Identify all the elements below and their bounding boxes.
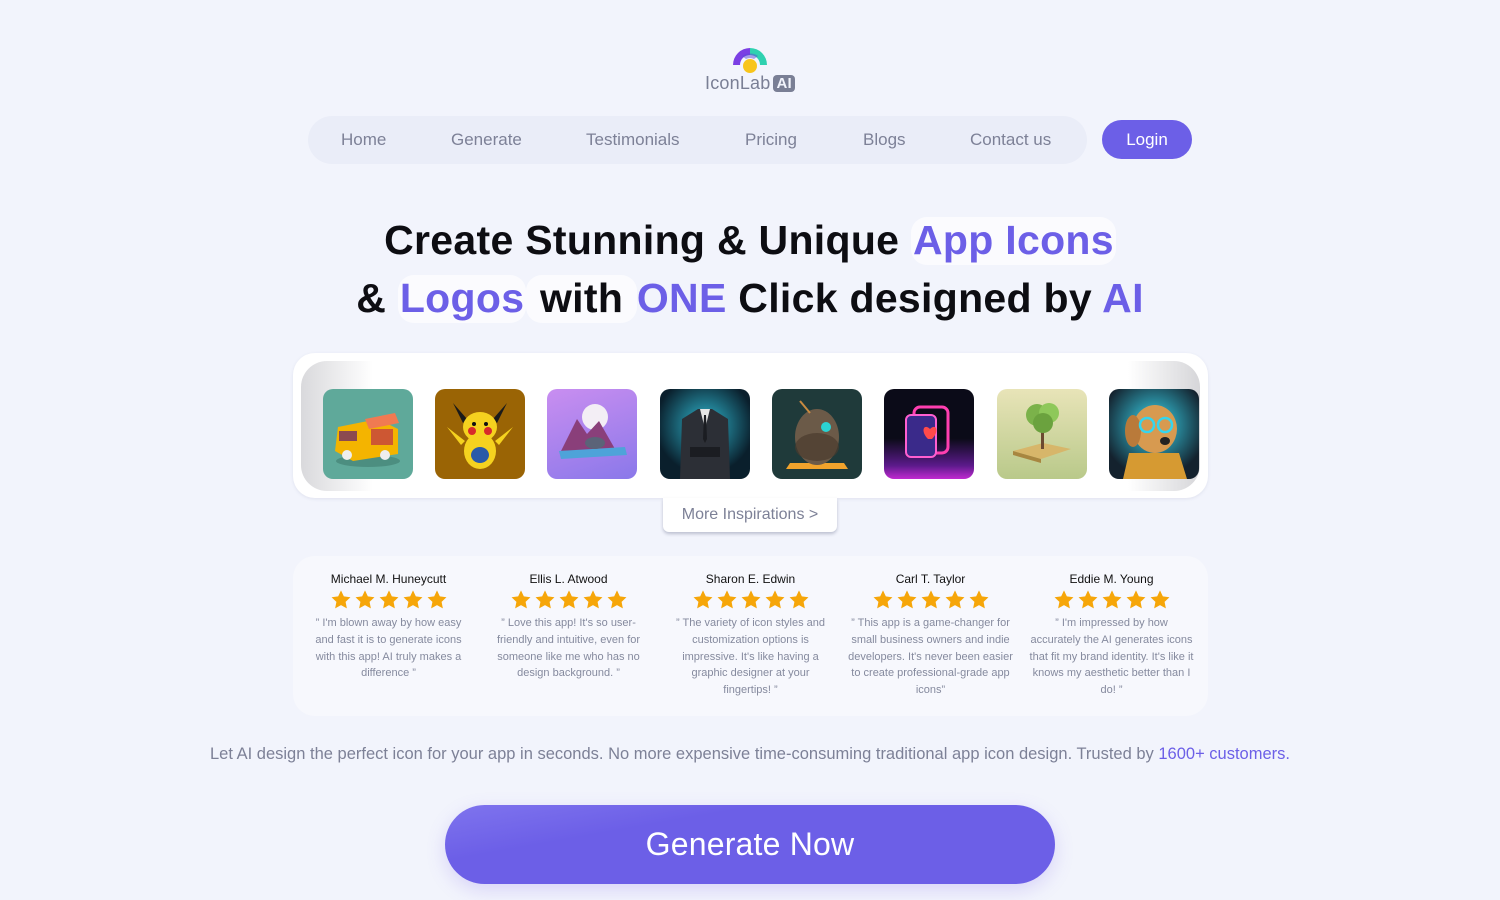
testimonials-section: Michael M. Huneycutt ” I'm blown away by… [293, 556, 1208, 716]
star-icon [511, 590, 530, 609]
review-text: ” I'm impressed by how accurately the AI… [1029, 617, 1194, 697]
headline-text: Click designed by [726, 275, 1103, 321]
logo-name: IconLab [705, 73, 771, 93]
headline-highlight-app-icons: App Icons [910, 217, 1116, 265]
star-rating [1029, 589, 1194, 611]
testimonial-card: Carl T. Taylor ” This app is a game-chan… [848, 572, 1013, 699]
star-icon [535, 590, 554, 609]
pikachu-icon[interactable] [435, 389, 525, 479]
star-icon [607, 590, 626, 609]
dog-glasses-icon[interactable] [1109, 389, 1199, 479]
star-icon [741, 590, 760, 609]
more-inspirations-button[interactable]: More Inspirations > [663, 498, 837, 532]
star-icon [427, 590, 446, 609]
star-icon [355, 590, 374, 609]
headline-highlight-logos: Logos [397, 275, 527, 323]
star-icon [1054, 590, 1073, 609]
review-text: ” I'm blown away by how easy and fast it… [315, 617, 462, 680]
generate-now-button[interactable]: Generate Now [445, 805, 1055, 884]
customer-count: 1600+ customers. [1158, 745, 1290, 763]
headline-text: Create Stunning & Unique [384, 217, 911, 263]
main-nav: Home Generate Testimonials Pricing Blogs… [308, 116, 1087, 164]
review-text: ” The variety of icon styles and customi… [676, 617, 825, 697]
star-icon [921, 590, 940, 609]
star-icon [789, 590, 808, 609]
brand-logo[interactable]: IconLab AI [700, 46, 800, 96]
star-icon [403, 590, 422, 609]
nav-item-contact[interactable]: Contact us [970, 130, 1051, 150]
testimonial-card: Sharon E. Edwin ” The variety of icon st… [668, 572, 833, 699]
logo-wordmark: IconLab AI [705, 73, 795, 94]
login-button[interactable]: Login [1102, 120, 1192, 159]
nav-item-testimonials[interactable]: Testimonials [586, 130, 680, 150]
testimonial-card: Eddie M. Young ” I'm impressed by how ac… [1029, 572, 1194, 699]
icon-gallery [293, 353, 1208, 498]
nav-item-generate[interactable]: Generate [451, 130, 522, 150]
reviewer-name: Sharon E. Edwin [705, 572, 796, 586]
headline-highlight-ai: AI [1102, 275, 1144, 321]
star-icon [1126, 590, 1145, 609]
tagline: Let AI design the perfect icon for your … [0, 742, 1500, 766]
star-rating [848, 589, 1013, 611]
logo-ai-badge: AI [773, 75, 795, 92]
star-icon [693, 590, 712, 609]
hero-headline-line2: & Logos with ONE Click designed by AI [0, 275, 1500, 323]
star-rating [668, 589, 833, 611]
star-icon [969, 590, 988, 609]
testimonial-card: Ellis L. Atwood ” Love this app! It's so… [486, 572, 651, 682]
reviewer-name: Ellis L. Atwood [529, 572, 608, 586]
star-icon [1078, 590, 1097, 609]
gallery-carousel[interactable] [301, 361, 1200, 491]
nav-item-pricing[interactable]: Pricing [745, 130, 797, 150]
suit-icon[interactable] [660, 389, 750, 479]
star-icon [765, 590, 784, 609]
star-icon [873, 590, 892, 609]
star-rating [306, 589, 471, 611]
star-icon [331, 590, 350, 609]
reviewer-name: Michael M. Huneycutt [330, 572, 447, 586]
star-icon [379, 590, 398, 609]
review-text: ” This app is a game-changer for small b… [848, 617, 1013, 697]
headline-highlight-one: ONE [636, 275, 727, 321]
testimonial-card: Michael M. Huneycutt ” I'm blown away by… [306, 572, 471, 682]
nav-item-blogs[interactable]: Blogs [863, 130, 906, 150]
reviewer-name: Eddie M. Young [1069, 572, 1154, 586]
neon-cards-icon[interactable] [884, 389, 974, 479]
nav-item-home[interactable]: Home [341, 130, 386, 150]
star-rating [486, 589, 651, 611]
star-icon [559, 590, 578, 609]
food-truck-icon[interactable] [323, 389, 413, 479]
tagline-text: Let AI design the perfect icon for your … [210, 745, 1159, 763]
hero-headline-line1: Create Stunning & Unique App Icons [0, 217, 1500, 265]
star-icon [945, 590, 964, 609]
headline-text: & [356, 275, 398, 321]
elephant-landscape-icon[interactable] [547, 389, 637, 479]
star-icon [1102, 590, 1121, 609]
star-icon [717, 590, 736, 609]
star-icon [1150, 590, 1169, 609]
star-icon [897, 590, 916, 609]
reviewer-name: Carl T. Taylor [895, 572, 966, 586]
review-text: ” Love this app! It's so user-friendly a… [496, 617, 641, 680]
bonsai-tree-icon[interactable] [997, 389, 1087, 479]
rainbow-sun-icon [733, 48, 767, 73]
star-icon [583, 590, 602, 609]
headline-text: with [526, 275, 637, 323]
egg-icon[interactable] [772, 389, 862, 479]
